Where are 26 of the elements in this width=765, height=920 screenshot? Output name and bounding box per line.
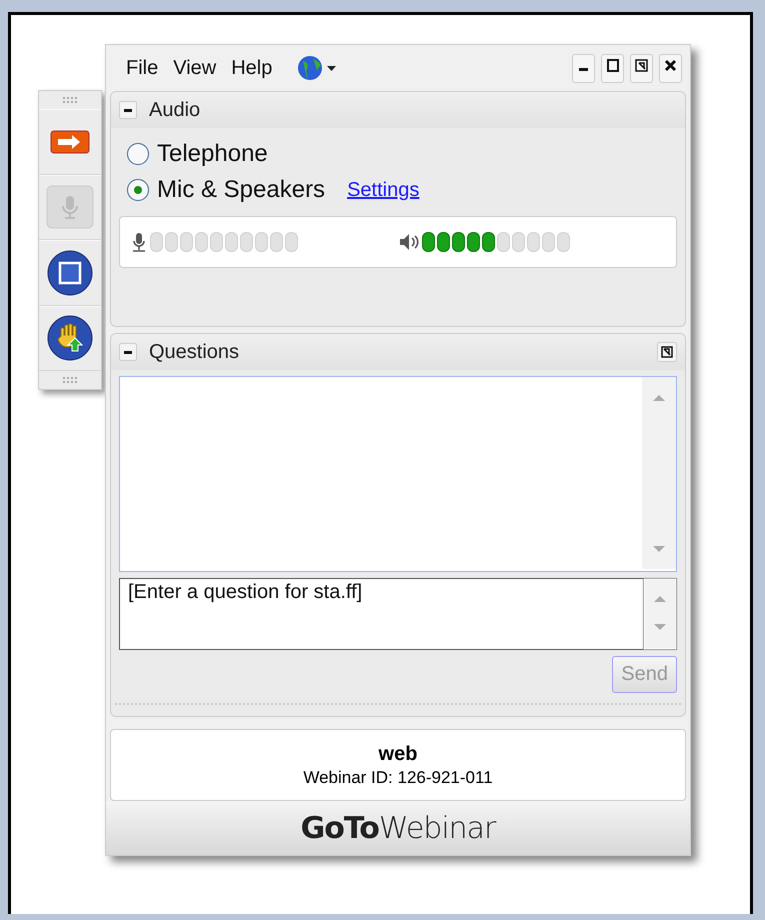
screen-share-button[interactable] — [46, 248, 94, 297]
collapse-icon[interactable] — [119, 101, 137, 119]
scrollbar-icon[interactable] — [642, 377, 676, 569]
radio-label: Telephone — [157, 140, 268, 168]
popout-icon[interactable] — [657, 342, 677, 362]
collapse-icon[interactable] — [119, 343, 137, 361]
question-input[interactable]: [Enter a question for sta.ff] — [119, 578, 643, 650]
raise-hand-button[interactable] — [46, 314, 94, 362]
scrollbar-icon[interactable] — [643, 578, 677, 650]
logo: GoToWebinar — [300, 810, 496, 846]
radio-label: Mic & Speakers — [157, 176, 326, 204]
arrow-button[interactable] — [50, 130, 90, 154]
globe-dropdown-icon[interactable] — [297, 55, 338, 81]
grip-icon — [63, 377, 77, 383]
microphone-icon — [130, 231, 148, 253]
radio-button[interactable] — [127, 143, 149, 165]
settings-link[interactable]: Settings — [347, 178, 420, 202]
menu-item[interactable]: View — [173, 56, 216, 80]
menu-item[interactable]: Help — [231, 56, 272, 80]
session-title: web — [378, 742, 418, 766]
grip-icon — [63, 97, 77, 103]
webinar-id: Webinar ID: 126-921-011 — [303, 768, 493, 788]
radio-button[interactable] — [127, 179, 149, 201]
menu-item[interactable]: File — [126, 56, 158, 80]
panel-title: Questions — [149, 340, 240, 364]
panel-title: Audio — [149, 98, 200, 122]
